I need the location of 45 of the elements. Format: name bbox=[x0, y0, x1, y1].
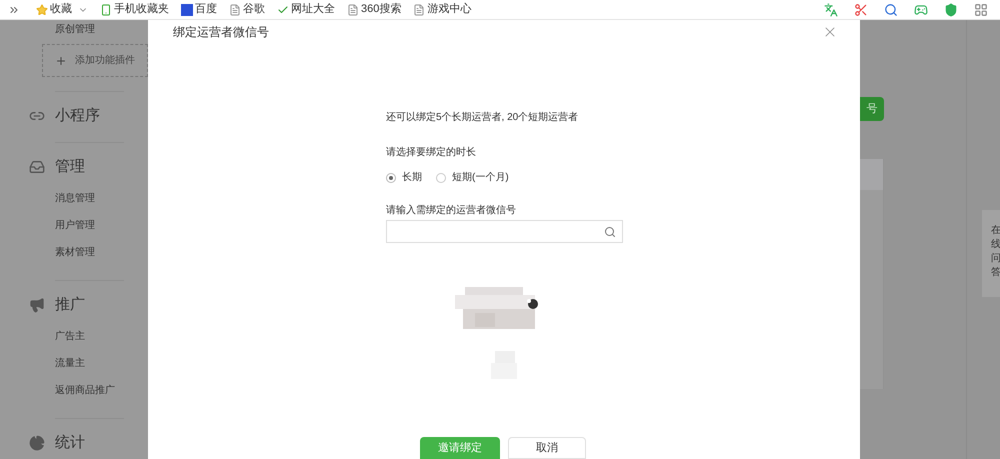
translate-icon[interactable] bbox=[824, 2, 838, 16]
duration-label: 请选择要绑定的时长 bbox=[386, 146, 477, 160]
dialog-title: 绑定运营者微信号 bbox=[173, 24, 269, 41]
section-title[interactable]: 统计 bbox=[55, 432, 85, 454]
gamepad-icon[interactable] bbox=[914, 2, 928, 16]
quota-text: 还可以绑定5个长期运营者, 20个短期运营者 bbox=[386, 110, 580, 125]
sidebar-item[interactable]: 流量主 bbox=[55, 350, 124, 377]
grid-icon[interactable] bbox=[974, 2, 988, 16]
bookmark-item[interactable]: 网址大全 bbox=[277, 1, 335, 18]
page-icon bbox=[413, 4, 426, 16]
wechat-label: 请输入需绑定的运营者微信号 bbox=[386, 204, 517, 218]
sidebar-item[interactable]: 用户管理 bbox=[55, 212, 124, 239]
bookmark-item[interactable]: 收藏 bbox=[36, 1, 88, 18]
sidebar-item[interactable]: 消息管理 bbox=[55, 185, 124, 212]
pie-chart-icon bbox=[29, 435, 45, 451]
bookmark-item[interactable]: 手机收藏夹 bbox=[100, 1, 169, 18]
sidebar-item[interactable]: 返佣商品推广 bbox=[55, 377, 124, 404]
section-title[interactable]: 推广 bbox=[55, 294, 85, 316]
inbox-icon bbox=[29, 159, 45, 175]
bookmark-item[interactable]: 游戏中心 bbox=[413, 1, 472, 18]
search-icon bbox=[604, 226, 616, 238]
check-icon bbox=[277, 4, 289, 16]
duration-radio[interactable]: 长期 bbox=[386, 170, 422, 185]
cancel-button[interactable]: 取消 bbox=[508, 437, 586, 459]
sidebar-item[interactable]: 原创管理 bbox=[20, 20, 148, 38]
bookmark-item[interactable]: 谷歌 bbox=[229, 1, 265, 18]
star-icon bbox=[36, 4, 48, 16]
page-icon bbox=[347, 4, 359, 16]
sidebar-item[interactable]: 素材管理 bbox=[55, 239, 124, 266]
plus-icon bbox=[55, 54, 67, 66]
side-panel-text: 问 bbox=[991, 252, 1000, 266]
sidebar-item[interactable]: 广告主 bbox=[55, 323, 124, 350]
phone-icon bbox=[100, 4, 112, 16]
megaphone-icon bbox=[29, 297, 45, 313]
section-title[interactable]: 小程序 bbox=[55, 104, 100, 128]
section-title[interactable]: 管理 bbox=[55, 156, 85, 178]
bookmark-item[interactable]: 360搜索 bbox=[347, 1, 402, 18]
page-icon bbox=[229, 4, 241, 16]
duration-radio[interactable]: 短期(一个月) bbox=[436, 170, 509, 185]
search-icon[interactable] bbox=[884, 2, 898, 16]
bookmark-item[interactable]: 百度 bbox=[181, 1, 217, 18]
wechat-search-field[interactable] bbox=[386, 220, 623, 243]
scissors-icon[interactable] bbox=[854, 2, 868, 16]
invite-button[interactable]: 邀请绑定 bbox=[420, 437, 500, 459]
shield-icon[interactable] bbox=[944, 2, 958, 16]
